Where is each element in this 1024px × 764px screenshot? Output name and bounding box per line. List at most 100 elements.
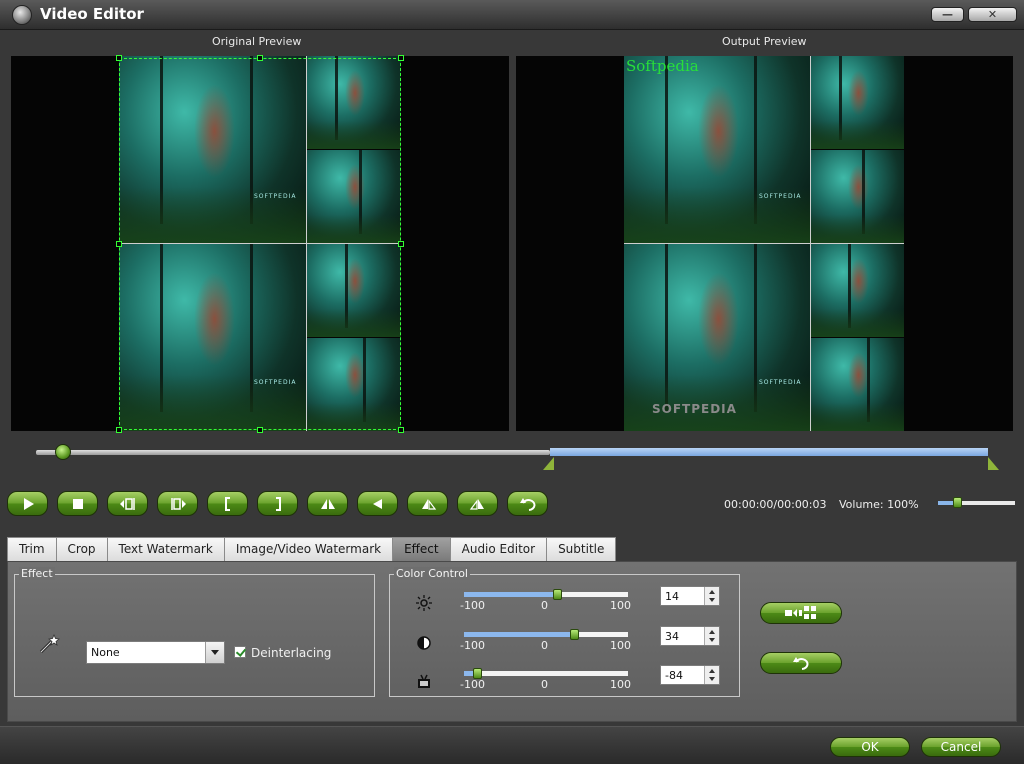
app-logo-icon xyxy=(12,5,32,25)
stop-icon xyxy=(72,498,83,509)
saturation-value: -84 xyxy=(665,669,683,682)
rotate-right-button[interactable] xyxy=(457,491,498,516)
tab-audio-editor[interactable]: Audio Editor xyxy=(449,537,548,561)
deinterlacing-checkbox[interactable] xyxy=(234,646,246,658)
flip-vertical-icon xyxy=(372,498,382,509)
brightness-spin-arrows[interactable] xyxy=(704,587,719,605)
tab-text-watermark[interactable]: Text Watermark xyxy=(106,537,225,561)
tab-trim[interactable]: Trim xyxy=(7,537,57,561)
brightness-max-label: 100 xyxy=(610,599,631,612)
chevron-down-icon[interactable] xyxy=(205,642,224,663)
original-preview-panel[interactable]: SOFTPEDIA SOFTPEDIA xyxy=(11,55,509,433)
saturation-max-label: 100 xyxy=(610,678,631,691)
timeline-playhead-knob[interactable] xyxy=(55,444,72,460)
prev-frame-icon xyxy=(119,497,135,510)
contrast-min-label: -100 xyxy=(460,639,485,652)
image-watermark-logo: SOFTPEDIA xyxy=(652,402,737,416)
contrast-max-label: 100 xyxy=(610,639,631,652)
tab-crop[interactable]: Crop xyxy=(55,537,108,561)
saturation-spinbox[interactable]: -84 xyxy=(660,665,720,685)
color-control-group: Color Control -100 0 100 14 -100 0 100 34 -100 0 1… xyxy=(389,567,740,697)
minimize-button[interactable]: — xyxy=(931,7,964,22)
contrast-knob[interactable] xyxy=(569,629,579,640)
rotate-left-button[interactable] xyxy=(407,491,448,516)
output-video-frame: SOFTPEDIA SOFTPEDIA Softpedia SOFTPEDIA xyxy=(624,56,904,431)
brightness-fill xyxy=(464,592,558,597)
brightness-slider[interactable] xyxy=(464,589,628,600)
ok-button[interactable]: OK xyxy=(830,737,910,757)
contrast-spinbox[interactable]: 34 xyxy=(660,626,720,646)
cancel-button[interactable]: Cancel xyxy=(921,737,1001,757)
tab-image-video-watermark[interactable]: Image/Video Watermark xyxy=(223,537,394,561)
effect-tab-panel: Effect None Deinterlacing Color Control … xyxy=(7,561,1017,722)
timeline-slider[interactable] xyxy=(36,444,990,460)
rotate-left-icon xyxy=(421,498,436,510)
effect-select[interactable]: None xyxy=(86,641,225,664)
undo-icon xyxy=(519,497,535,511)
timeline-selected-range[interactable] xyxy=(550,448,988,456)
trim-end-marker[interactable] xyxy=(988,457,999,470)
brightness-mid-label: 0 xyxy=(541,599,548,612)
prev-frame-button[interactable] xyxy=(107,491,148,516)
timeline-track[interactable] xyxy=(36,450,551,455)
crop-selection-box[interactable] xyxy=(116,55,404,433)
tab-effect[interactable]: Effect xyxy=(392,537,451,561)
reset-button[interactable] xyxy=(507,491,548,516)
output-preview-label: Output Preview xyxy=(722,35,807,48)
crop-handle[interactable] xyxy=(116,427,122,433)
crop-handle[interactable] xyxy=(116,55,122,61)
mark-in-button[interactable] xyxy=(207,491,248,516)
apply-to-all-button[interactable] xyxy=(760,602,842,624)
undo-icon xyxy=(793,657,809,670)
next-frame-icon xyxy=(170,497,186,510)
crop-handle[interactable] xyxy=(257,427,263,433)
apply-all-icon xyxy=(785,606,816,619)
crop-handle[interactable] xyxy=(116,241,122,247)
play-button[interactable] xyxy=(7,491,48,516)
window-title: Video Editor xyxy=(40,5,144,23)
original-preview-label: Original Preview xyxy=(212,35,302,48)
saturation-min-label: -100 xyxy=(460,678,485,691)
deinterlacing-label: Deinterlacing xyxy=(251,646,332,660)
brightness-value: 14 xyxy=(665,590,679,603)
video-tile xyxy=(811,150,904,243)
color-control-title: Color Control xyxy=(394,567,470,580)
reset-effects-button[interactable] xyxy=(760,652,842,674)
contrast-spin-arrows[interactable] xyxy=(704,627,719,645)
bracket-right-icon xyxy=(275,496,281,511)
crop-handle[interactable] xyxy=(398,241,404,247)
volume-knob[interactable] xyxy=(953,497,963,508)
saturation-spin-arrows[interactable] xyxy=(704,666,719,684)
close-button[interactable]: ✕ xyxy=(968,7,1017,22)
frame-caption: SOFTPEDIA xyxy=(759,379,802,386)
rotate-right-icon xyxy=(469,498,484,510)
brightness-min-label: -100 xyxy=(460,599,485,612)
flip-vertical-button[interactable] xyxy=(357,491,398,516)
tab-subtitle[interactable]: Subtitle xyxy=(546,537,617,561)
volume-label: Volume: 100% xyxy=(839,498,919,511)
trim-start-marker[interactable] xyxy=(543,457,554,470)
flip-horizontal-icon xyxy=(320,498,335,509)
mark-out-button[interactable] xyxy=(257,491,298,516)
contrast-value: 34 xyxy=(665,630,679,643)
saturation-slider[interactable] xyxy=(464,668,628,679)
crop-handle[interactable] xyxy=(398,427,404,433)
effect-group-title: Effect xyxy=(19,567,55,580)
video-tile xyxy=(811,56,904,149)
contrast-fill xyxy=(464,632,574,637)
brightness-icon xyxy=(416,595,432,611)
crop-handle[interactable] xyxy=(257,55,263,61)
flip-horizontal-button[interactable] xyxy=(307,491,348,516)
volume-slider[interactable] xyxy=(938,497,1015,508)
dialog-footer: OK Cancel xyxy=(0,726,1024,764)
brightness-spinbox[interactable]: 14 xyxy=(660,586,720,606)
brightness-knob[interactable] xyxy=(553,589,563,600)
contrast-slider[interactable] xyxy=(464,629,628,640)
stop-button[interactable] xyxy=(57,491,98,516)
effect-group: Effect None Deinterlacing xyxy=(14,567,375,697)
bracket-left-icon xyxy=(224,496,230,511)
contrast-icon xyxy=(416,635,432,651)
output-preview-panel: SOFTPEDIA SOFTPEDIA Softpedia SOFTPEDIA xyxy=(516,56,1013,431)
crop-handle[interactable] xyxy=(398,55,404,61)
next-frame-button[interactable] xyxy=(157,491,198,516)
